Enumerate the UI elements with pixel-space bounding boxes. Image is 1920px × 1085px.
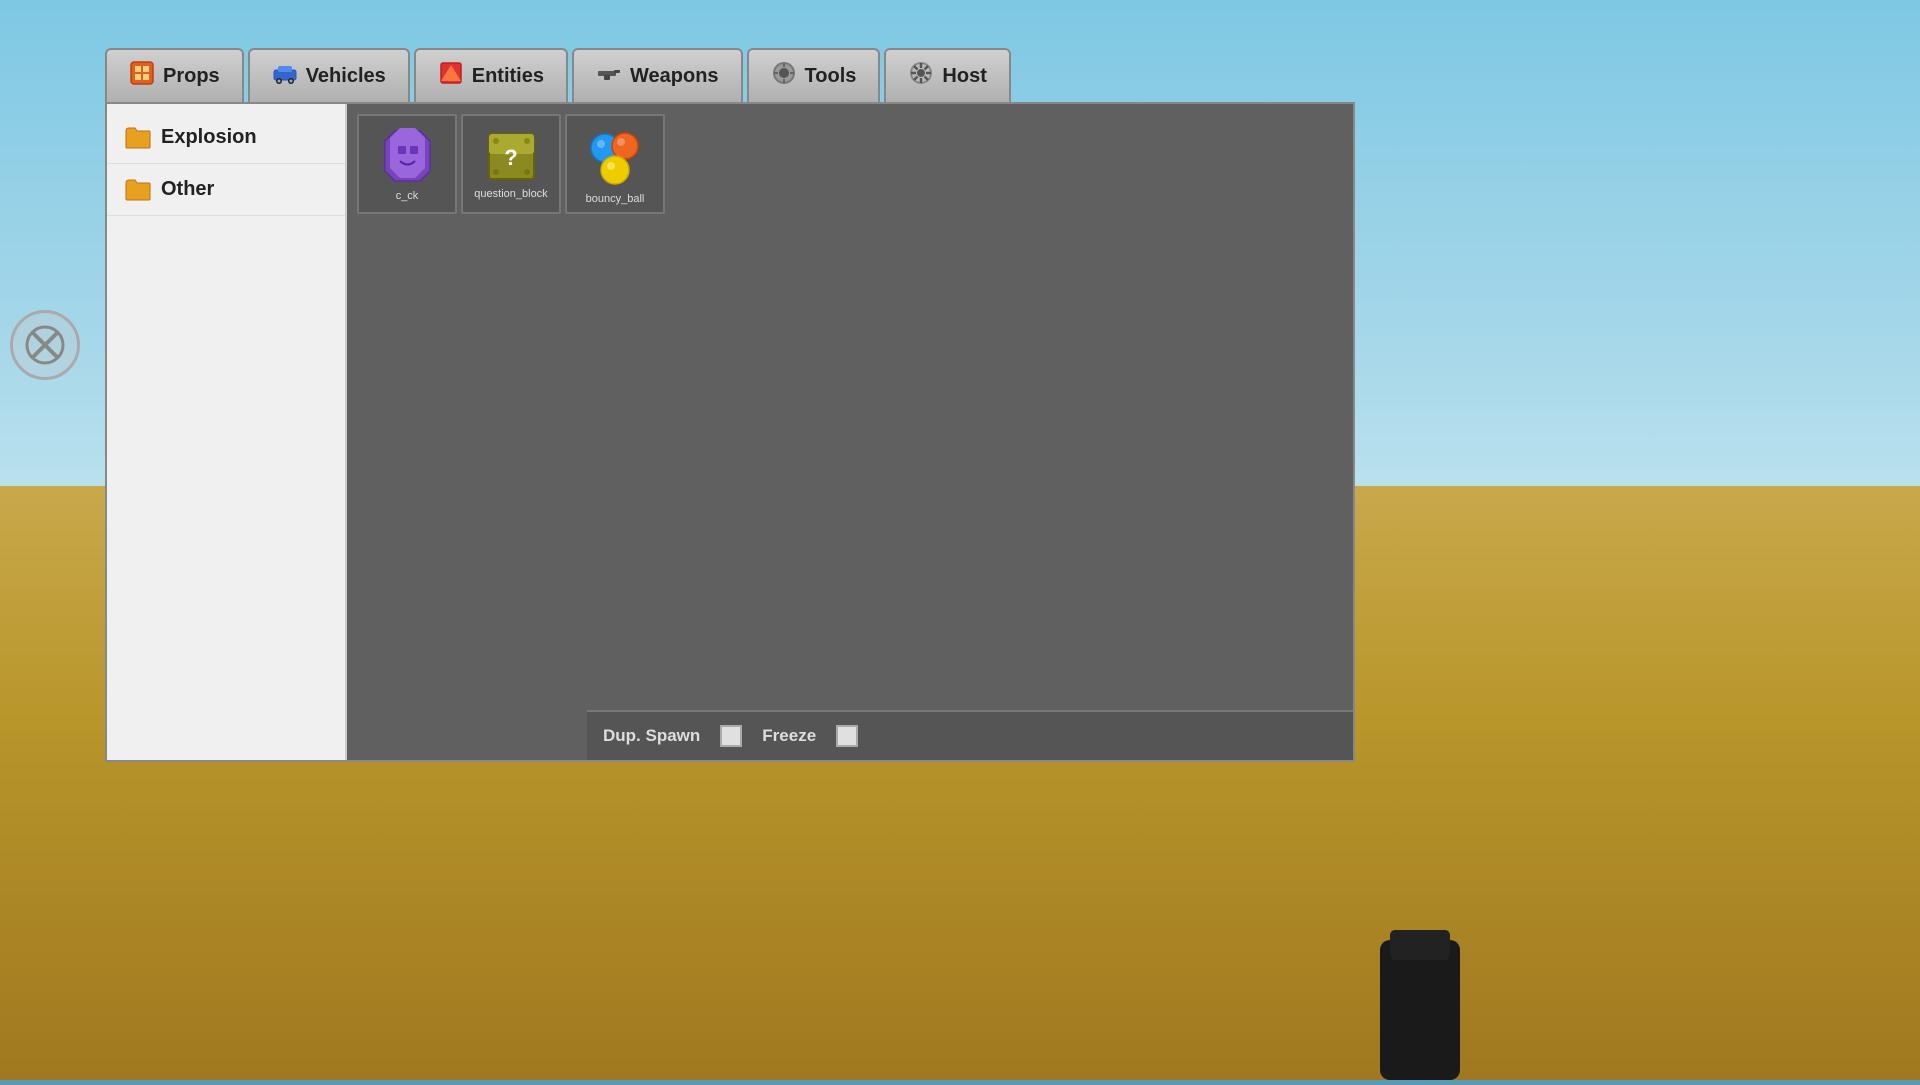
content-area: Explosion Other: [105, 102, 1355, 762]
question-block-shape: ?: [484, 129, 539, 184]
tab-tools-label: Tools: [805, 65, 857, 88]
sidebar-item-explosion[interactable]: Explosion: [107, 112, 345, 164]
tab-bar: Props Vehicles E: [105, 48, 1355, 102]
tool-icon[interactable]: [10, 310, 80, 380]
main-panel: Props Vehicles E: [105, 48, 1355, 768]
sidebar: Explosion Other: [107, 104, 347, 760]
hand-area: [1320, 920, 1520, 1080]
tab-tools[interactable]: Tools: [747, 48, 881, 102]
freeze-label: Freeze: [762, 726, 816, 746]
freeze-checkbox[interactable]: [836, 725, 858, 747]
vehicles-icon: [272, 60, 298, 92]
sidebar-item-other[interactable]: Other: [107, 164, 345, 216]
sidebar-item-explosion-label: Explosion: [161, 126, 257, 149]
props-icon: [129, 60, 155, 92]
items-area: c_ck ?: [347, 104, 1353, 760]
tab-props-label: Props: [163, 65, 220, 88]
item-bouncy-ball-label: bouncy_ball: [586, 193, 645, 205]
folder-icon-explosion: [125, 127, 151, 149]
tab-weapons-label: Weapons: [630, 65, 719, 88]
item-bouncy-ball[interactable]: bouncy_ball: [565, 114, 665, 214]
weapons-icon: [596, 60, 622, 92]
dup-spawn-checkbox[interactable]: [720, 725, 742, 747]
hand-icon: [1320, 920, 1520, 1080]
tools-icon: [771, 60, 797, 92]
bottom-bar: Dup. Spawn Freeze: [587, 710, 1353, 760]
sidebar-item-other-label: Other: [161, 178, 214, 201]
wrench-x-icon: [25, 325, 65, 365]
tab-entities[interactable]: Entities: [414, 48, 568, 102]
items-grid: c_ck ?: [357, 114, 1343, 214]
item-question-block-label: question_block: [474, 188, 547, 200]
item-c-ck[interactable]: c_ck: [357, 114, 457, 214]
c-ck-shape: [380, 126, 435, 186]
host-icon: [908, 60, 934, 92]
item-c-ck-label: c_ck: [396, 190, 419, 202]
tab-vehicles-label: Vehicles: [306, 65, 386, 88]
item-question-block[interactable]: ? question_block: [461, 114, 561, 214]
tab-props[interactable]: Props: [105, 48, 244, 102]
tab-vehicles[interactable]: Vehicles: [248, 48, 410, 102]
tab-entities-label: Entities: [472, 65, 544, 88]
tab-host-label: Host: [942, 65, 986, 88]
bouncy-ball-shape: [583, 124, 648, 189]
folder-icon-other: [125, 179, 151, 201]
entities-icon: [438, 60, 464, 92]
tab-weapons[interactable]: Weapons: [572, 48, 743, 102]
svg-text:?: ?: [504, 145, 517, 170]
tab-host[interactable]: Host: [884, 48, 1010, 102]
dup-spawn-label: Dup. Spawn: [603, 726, 700, 746]
